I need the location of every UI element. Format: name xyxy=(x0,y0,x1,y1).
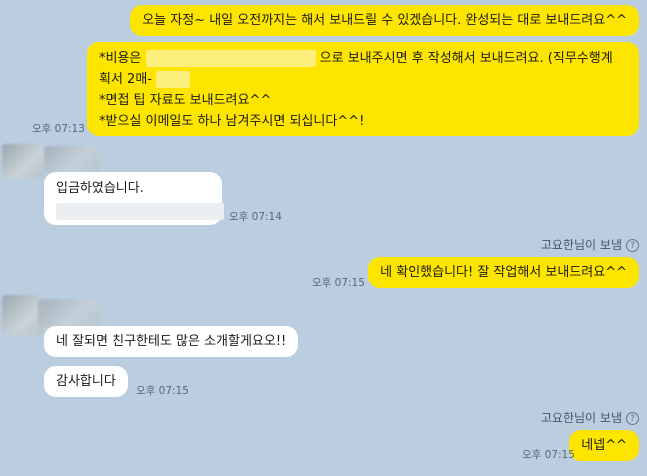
timestamp: 오후 07:15 xyxy=(312,277,365,289)
help-icon[interactable]: ? xyxy=(626,239,639,252)
redacted-block xyxy=(56,203,224,220)
sent-by-note: 고요한님이 보냄? xyxy=(541,236,639,253)
timestamp: 오후 07:14 xyxy=(229,211,282,223)
avatar-name-blur xyxy=(44,146,100,172)
message-text: 네 확인했습니다! 잘 작업해서 보내드려요^^ xyxy=(380,265,627,280)
their-message-bubble[interactable]: 감사합니다 xyxy=(44,366,128,397)
message-text: 감사합니다 xyxy=(56,374,116,389)
their-message-bubble[interactable]: 네 잘되면 친구한테도 많은 소개할게요오!! xyxy=(44,326,299,357)
message-text: 입금하였습니다. xyxy=(56,181,144,196)
message-line: *비용은 으로 보내주시면 후 작성해서 보내드려요. (직무수행계 xyxy=(99,48,627,69)
message-line: *받으실 이메일도 하나 남겨주시면 되십니다^^! xyxy=(99,114,365,129)
redacted-block xyxy=(145,50,316,67)
message-text: 획서 2매- xyxy=(99,72,152,87)
sent-by-text: 고요한님이 보냄 xyxy=(540,411,622,425)
message-text: 으로 보내주시면 후 작성해서 보내드려요. (직무수행계 xyxy=(319,51,613,66)
my-message-bubble[interactable]: 네넵^^ xyxy=(569,430,639,461)
avatar[interactable] xyxy=(2,144,44,178)
message-text: 네넵^^ xyxy=(581,438,627,453)
timestamp: 오후 07:15 xyxy=(522,449,575,461)
message-text: 오늘 자정~ 내일 오전까지는 해서 보내드릴 수 있겠습니다. 완성되는 대로… xyxy=(142,13,627,28)
timestamp: 오후 07:13 xyxy=(32,123,85,135)
timestamp: 오후 07:15 xyxy=(136,385,189,397)
my-message-bubble[interactable]: *비용은 으로 보내주시면 후 작성해서 보내드려요. (직무수행계 획서 2매… xyxy=(87,42,639,136)
their-message-bubble[interactable]: 입금하였습니다. xyxy=(44,172,224,225)
help-icon[interactable]: ? xyxy=(626,412,639,425)
sent-by-text: 고요한님이 보냄 xyxy=(540,238,622,252)
my-message-bubble[interactable]: 네 확인했습니다! 잘 작업해서 보내드려요^^ xyxy=(368,257,639,288)
message-line: *면접 팁 자료도 보내드려요^^ xyxy=(99,93,272,108)
redacted-block xyxy=(156,71,191,88)
sent-by-note: 고요한님이 보냄? xyxy=(541,409,639,426)
message-text: 네 잘되면 친구한테도 많은 소개할게요오!! xyxy=(56,334,287,349)
avatar-name-blur xyxy=(38,299,100,327)
message-text: *비용은 xyxy=(99,51,142,66)
my-message-bubble[interactable]: 오늘 자정~ 내일 오전까지는 해서 보내드릴 수 있겠습니다. 완성되는 대로… xyxy=(130,5,639,36)
message-line: 획서 2매- xyxy=(99,69,627,90)
